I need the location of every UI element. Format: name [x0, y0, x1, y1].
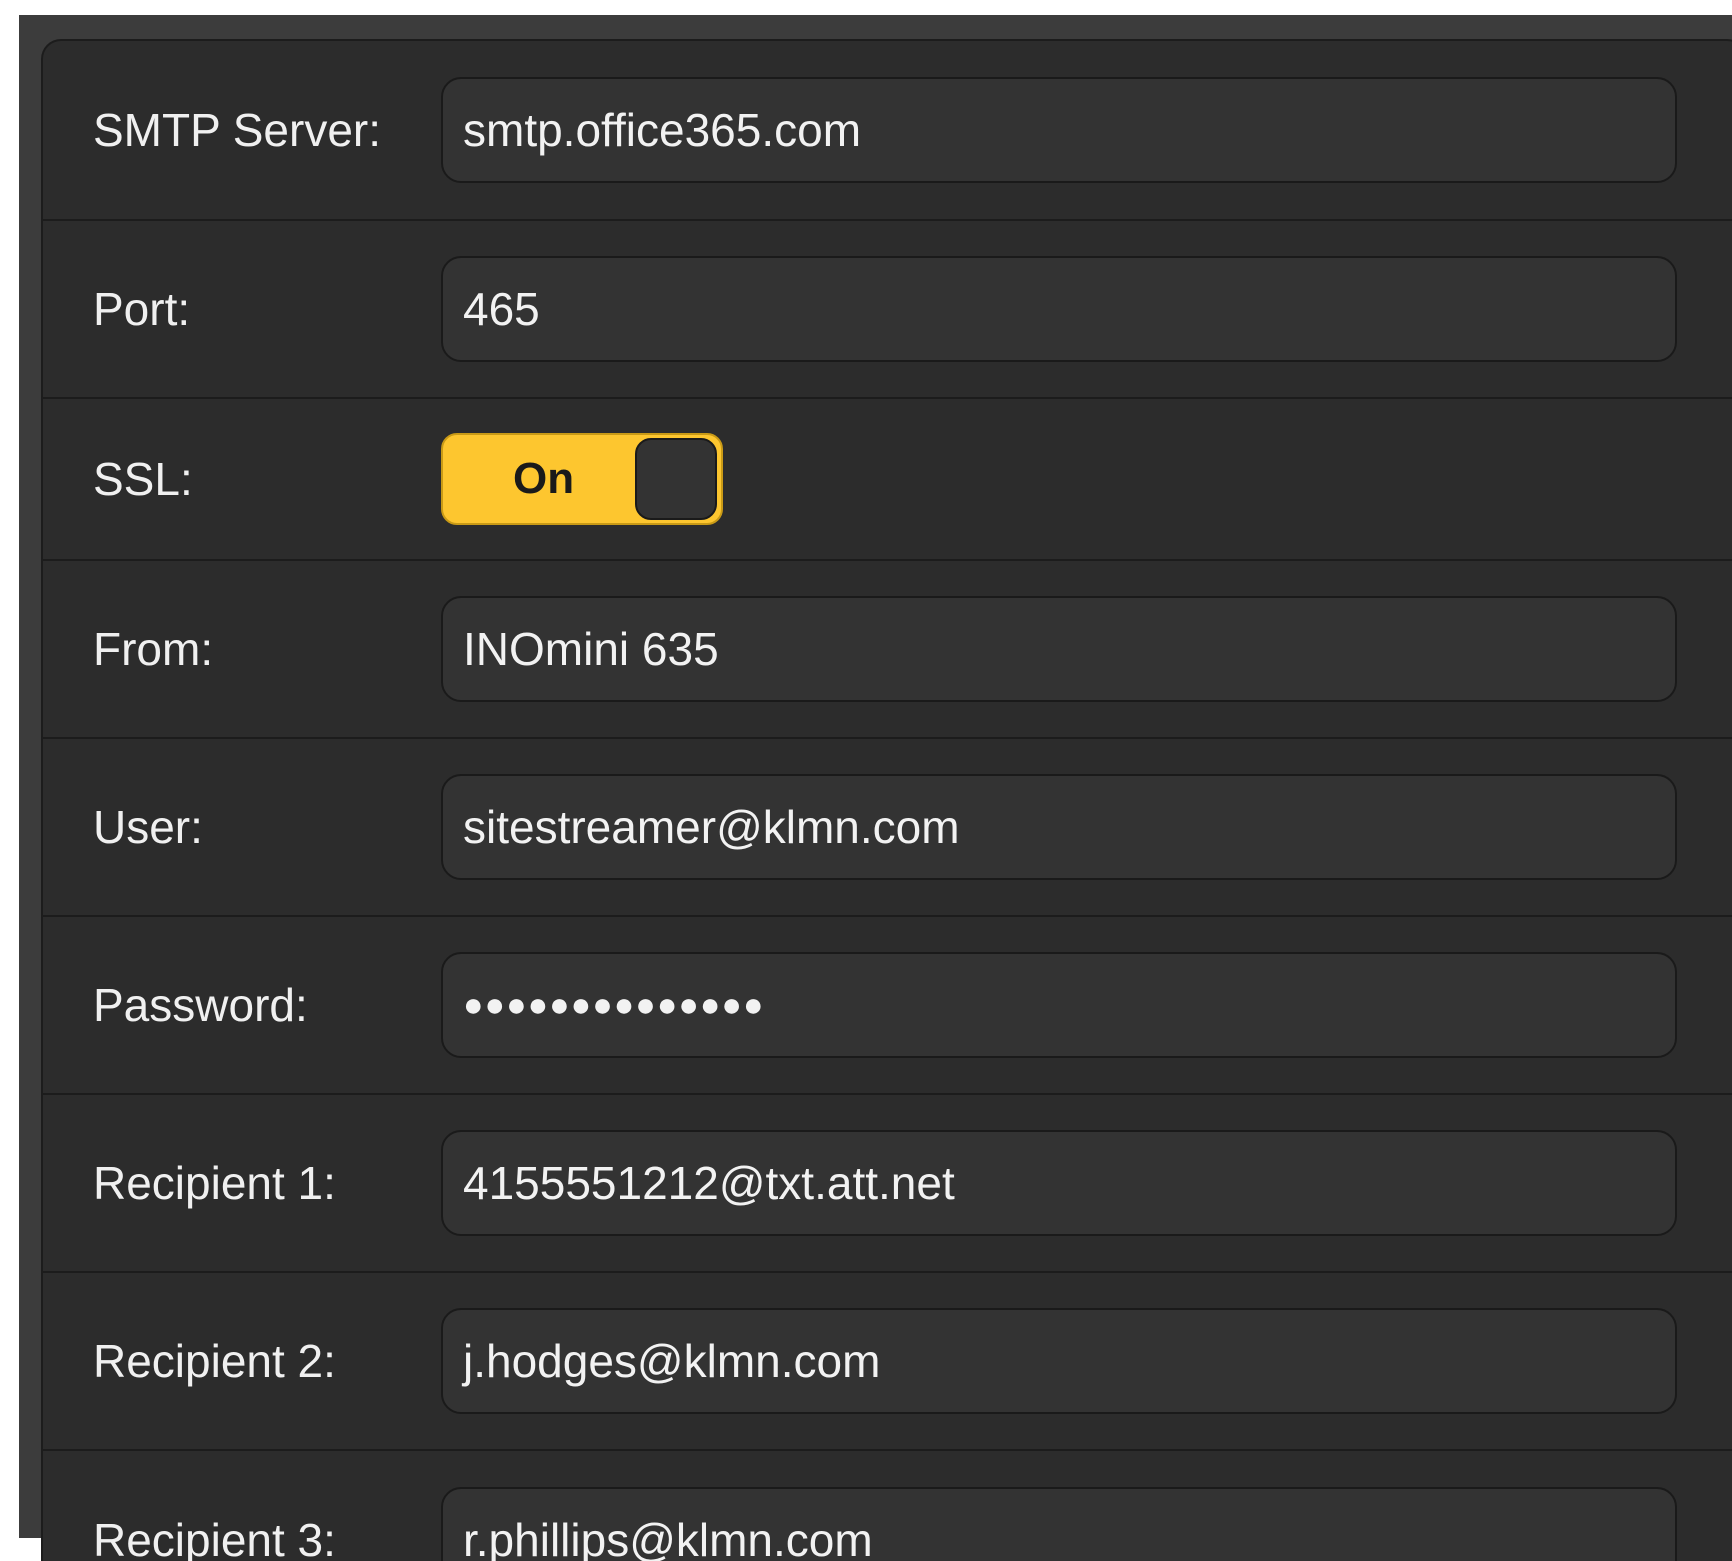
- port-input[interactable]: 465: [441, 256, 1677, 362]
- ssl-toggle-state: On: [513, 454, 575, 503]
- recipient-3-input[interactable]: r.phillips@klmn.com: [441, 1487, 1677, 1561]
- port-label: Port:: [93, 283, 191, 335]
- recipient-2-input[interactable]: j.hodges@klmn.com: [441, 1308, 1677, 1414]
- password-label: Password:: [93, 979, 308, 1031]
- ssl-toggle-knob[interactable]: [635, 438, 717, 520]
- settings-frame: SMTP Server: smtp.office365.com Port: 46…: [19, 15, 1732, 1561]
- ssl-row: SSL: On: [43, 399, 1732, 561]
- smtp-server-row: SMTP Server: smtp.office365.com: [43, 41, 1732, 221]
- user-input[interactable]: sitestreamer@klmn.com: [441, 774, 1677, 880]
- from-label: From:: [93, 623, 214, 675]
- smtp-server-label: SMTP Server:: [93, 104, 381, 156]
- user-label: User:: [93, 801, 203, 853]
- ssl-toggle[interactable]: On: [441, 433, 723, 525]
- smtp-server-input[interactable]: smtp.office365.com: [441, 77, 1677, 183]
- recipient-1-row: Recipient 1: 4155551212@txt.att.net: [43, 1095, 1732, 1273]
- from-input[interactable]: INOmini 635: [441, 596, 1677, 702]
- recipient-1-input[interactable]: 4155551212@txt.att.net: [441, 1130, 1677, 1236]
- recipient-2-label: Recipient 2:: [93, 1335, 336, 1387]
- recipient-2-row: Recipient 2: j.hodges@klmn.com: [43, 1273, 1732, 1451]
- from-row: From: INOmini 635: [43, 561, 1732, 739]
- user-row: User: sitestreamer@klmn.com: [43, 739, 1732, 917]
- ssl-label: SSL:: [93, 453, 193, 505]
- port-row: Port: 465: [43, 221, 1732, 399]
- email-settings-panel: SMTP Server: smtp.office365.com Port: 46…: [41, 39, 1732, 1561]
- recipient-1-label: Recipient 1:: [93, 1157, 336, 1209]
- password-input[interactable]: ●●●●●●●●●●●●●●: [441, 952, 1677, 1058]
- password-row: Password: ●●●●●●●●●●●●●●: [43, 917, 1732, 1095]
- recipient-3-row: Recipient 3: r.phillips@klmn.com: [43, 1451, 1732, 1561]
- recipient-3-label: Recipient 3:: [93, 1514, 336, 1561]
